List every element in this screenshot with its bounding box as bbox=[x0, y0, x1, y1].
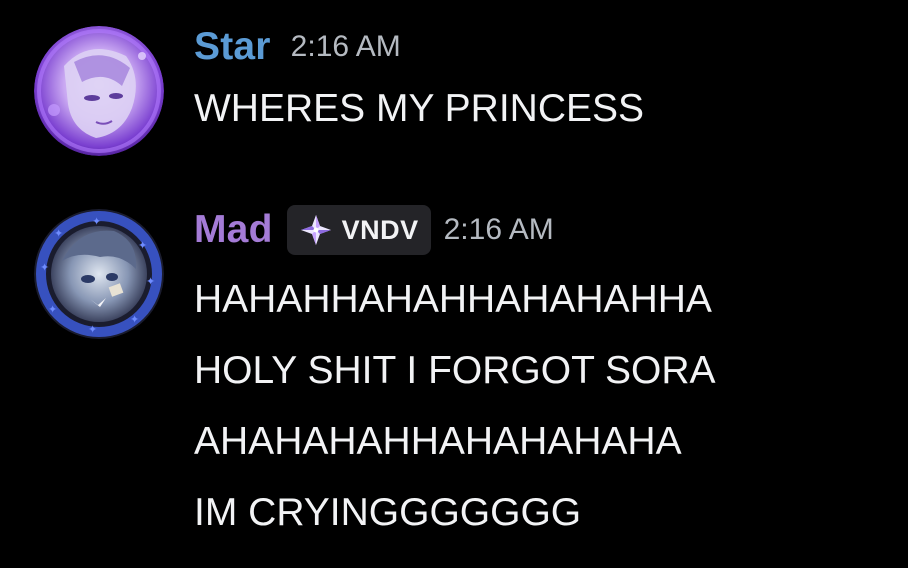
svg-text:✦: ✦ bbox=[138, 239, 147, 252]
user-avatar-star[interactable] bbox=[34, 26, 164, 156]
svg-text:✦: ✦ bbox=[54, 227, 63, 240]
server-tag-badge[interactable]: VNDV bbox=[286, 205, 431, 255]
chat-messages: Star 2:16 AM WHERES MY PRINCESS ✦ ✦ ✦ ✦ … bbox=[0, 0, 908, 568]
user-avatar-mad[interactable]: ✦ ✦ ✦ ✦ ✦ ✦ ✦ ✦ bbox=[34, 209, 164, 339]
anime-character-avatar-icon: ✦ ✦ ✦ ✦ ✦ ✦ ✦ ✦ bbox=[34, 209, 164, 339]
message-text: HOLY SHIT I FORGOT SORA bbox=[194, 349, 716, 392]
message-header: Star 2:16 AM bbox=[194, 22, 401, 72]
timestamp: 2:16 AM bbox=[290, 30, 401, 63]
message-header: Mad VNDV 2:16 AM bbox=[194, 205, 554, 255]
message-text: IM CRYINGGGGGGG bbox=[194, 491, 582, 534]
username[interactable]: Star bbox=[194, 25, 271, 69]
username[interactable]: Mad bbox=[194, 208, 273, 252]
server-tag-label: VNDV bbox=[341, 214, 419, 245]
message-text: HAHAHHAHAHHAHAHAHHA bbox=[194, 278, 712, 321]
timestamp: 2:16 AM bbox=[443, 213, 554, 246]
svg-text:✦: ✦ bbox=[48, 303, 57, 316]
sparkle-diamond-icon bbox=[300, 215, 331, 245]
svg-text:✦: ✦ bbox=[130, 313, 139, 326]
anime-character-avatar-icon bbox=[34, 26, 164, 156]
message-text: AHAHAHAHHAHAHAHAHA bbox=[194, 420, 682, 463]
svg-text:✦: ✦ bbox=[146, 275, 155, 288]
svg-text:✦: ✦ bbox=[40, 261, 49, 274]
svg-text:✦: ✦ bbox=[88, 323, 97, 336]
message-text: WHERES MY PRINCESS bbox=[194, 87, 645, 130]
svg-text:✦: ✦ bbox=[92, 215, 101, 228]
